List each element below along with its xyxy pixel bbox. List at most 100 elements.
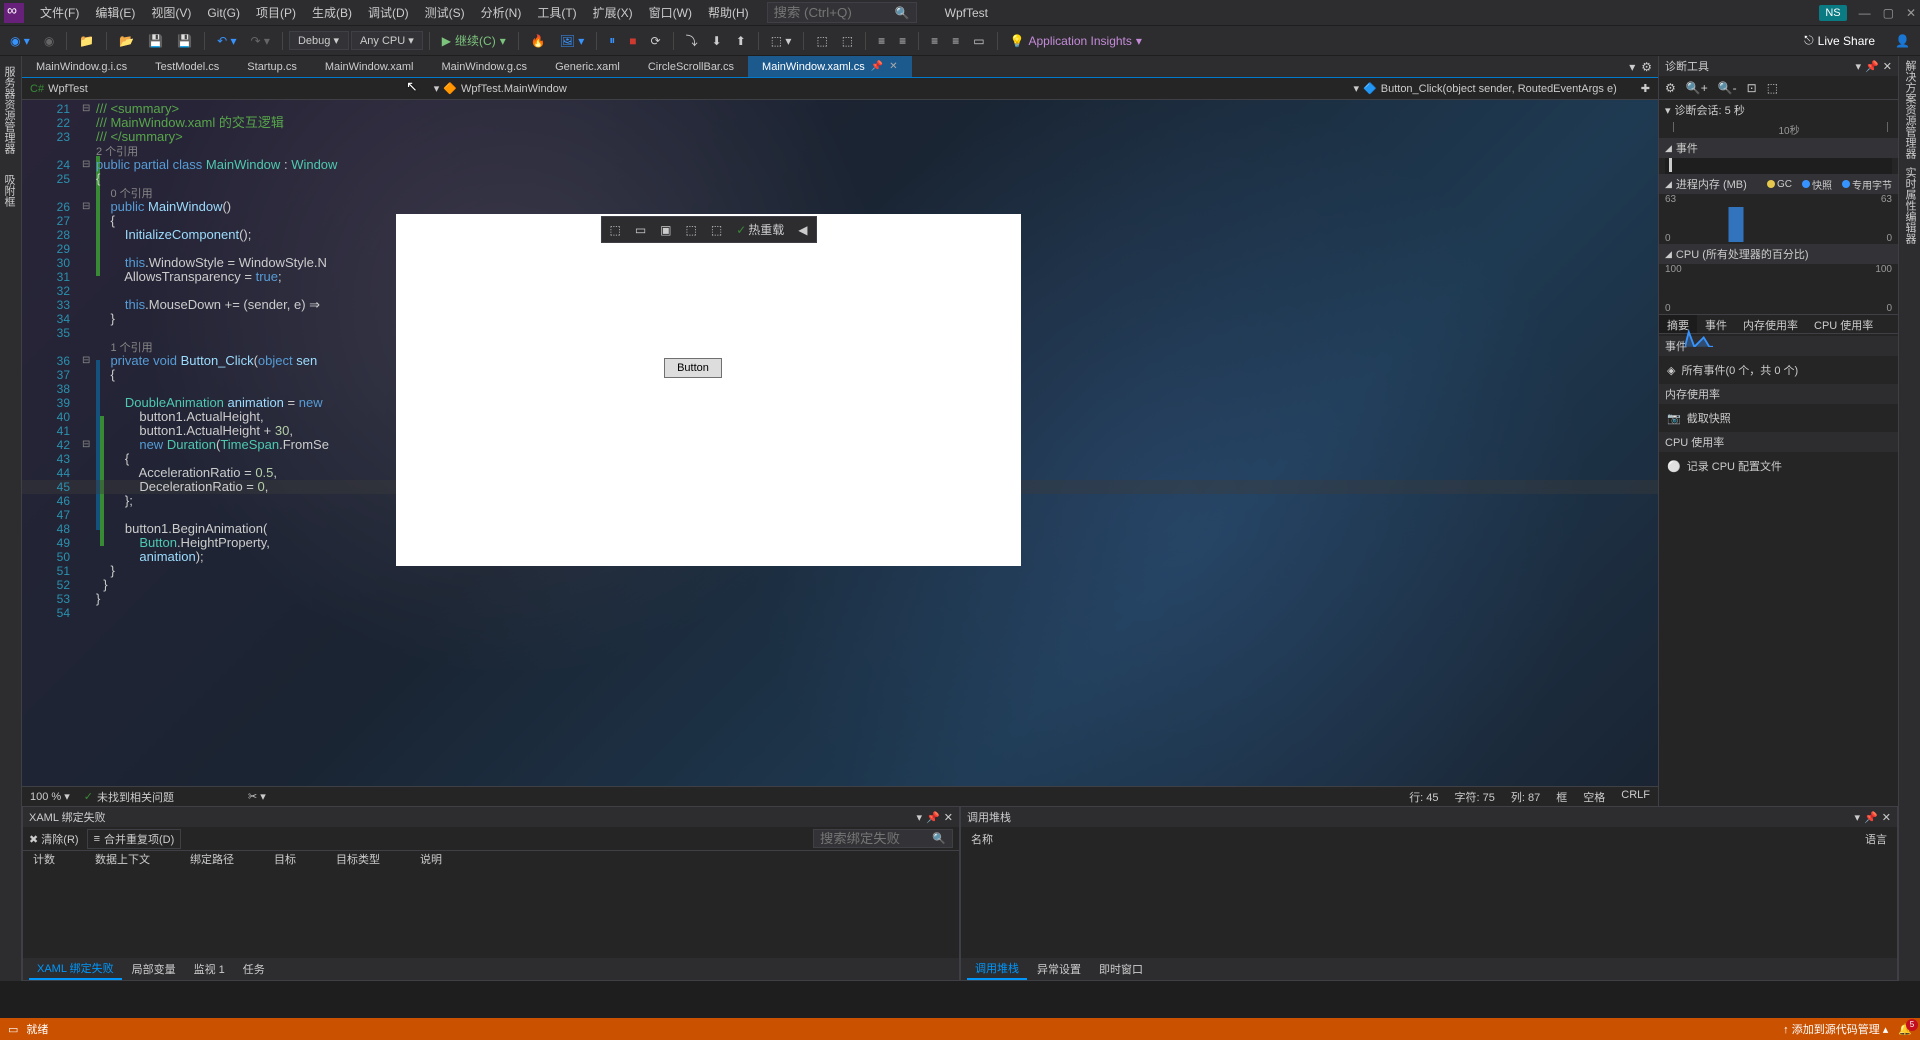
tab-mainwindow-g[interactable]: MainWindow.g.cs xyxy=(427,56,541,77)
nav-class[interactable]: ▾ 🔶 WpfTest.MainWindow xyxy=(426,82,575,95)
search-input[interactable] xyxy=(774,5,895,20)
events-item[interactable]: ◈所有事件(0 个，共 0 个) xyxy=(1667,360,1890,380)
merge-duplicates-button[interactable]: ≡ 合并重复项(D) xyxy=(87,829,182,849)
btab-xaml[interactable]: XAML 绑定失败 xyxy=(29,958,122,980)
menu-edit[interactable]: 编辑(E) xyxy=(87,1,143,24)
tool-icon[interactable]: ⬚ xyxy=(1767,81,1778,95)
btab-tasks[interactable]: 任务 xyxy=(235,959,273,979)
cpu-chart[interactable]: 100 0 100 0 xyxy=(1665,264,1892,314)
panel-search[interactable]: 🔍 xyxy=(813,829,953,848)
tool-icon[interactable]: ✂ ▾ xyxy=(248,790,266,803)
btab-callstack[interactable]: 调用堆栈 xyxy=(967,958,1027,980)
pin-icon[interactable]: 📌 xyxy=(1865,60,1879,73)
code-editor[interactable]: 21⊟/// <summary> 22 /// MainWindow.xaml … xyxy=(22,100,1658,786)
bookmark-icon[interactable]: ▭ xyxy=(967,30,990,52)
tab-dropdown-icon[interactable]: ▾ xyxy=(1629,60,1635,74)
memory-header[interactable]: ◢进程内存 (MB) GC 快照 专用字节 xyxy=(1659,174,1898,194)
solution-explorer-tab[interactable]: 解决方案资源管理器 xyxy=(1901,60,1918,159)
menu-analyze[interactable]: 分析(N) xyxy=(473,1,530,24)
menu-view[interactable]: 视图(V) xyxy=(143,1,199,24)
live-share-button[interactable]: ⎋ Live Share xyxy=(1798,29,1881,52)
clear-button[interactable]: ✖ 清除(R) xyxy=(29,831,79,847)
tool-icon3[interactable]: ⬚ xyxy=(836,30,859,52)
user-badge[interactable]: NS xyxy=(1819,5,1846,21)
menu-file[interactable]: 文件(F) xyxy=(32,1,87,24)
step-out-icon[interactable]: ⬆ xyxy=(730,30,752,52)
menu-build[interactable]: 生成(B) xyxy=(304,1,360,24)
nav-method[interactable]: ▾ 🔷 Button_Click(object sender, RoutedEv… xyxy=(1346,82,1658,95)
pause-icon[interactable]: ⏸ xyxy=(603,29,621,52)
tool-icon5[interactable]: ≡ xyxy=(893,30,912,52)
back-button[interactable]: ◉ ▾ xyxy=(4,30,36,52)
col-target[interactable]: 目标 xyxy=(274,851,296,871)
menu-tools[interactable]: 工具(T) xyxy=(529,1,584,24)
forward-button[interactable]: ◉ xyxy=(38,30,60,52)
live-property-tab[interactable]: 实时属性编辑器 xyxy=(1901,167,1918,244)
memory-chart[interactable]: 63 0 63 0 xyxy=(1665,194,1892,244)
snapshot-button[interactable]: 📷截取快照 xyxy=(1667,408,1890,428)
btab-exceptions[interactable]: 异常设置 xyxy=(1029,959,1089,979)
minimize-icon[interactable]: — xyxy=(1859,6,1871,20)
save-icon[interactable]: 💾 xyxy=(142,30,169,52)
tab-circlescroll[interactable]: CircleScrollBar.cs xyxy=(634,56,748,77)
tab-testmodel[interactable]: TestModel.cs xyxy=(141,56,233,77)
restart-icon[interactable]: ⟳ xyxy=(645,30,667,52)
hot-reload-indicator[interactable]: ✓ 热重载 xyxy=(732,219,788,240)
source-control-button[interactable]: ↑ 添加到源代码管理 ▴ xyxy=(1783,1021,1888,1037)
btab-watch[interactable]: 监视 1 xyxy=(186,959,233,979)
config-dropdown[interactable]: Debug ▾ xyxy=(289,31,349,50)
output-icon[interactable]: ▭ xyxy=(8,1023,18,1036)
global-search[interactable]: 🔍 xyxy=(767,2,917,23)
btab-immediate[interactable]: 即时窗口 xyxy=(1091,959,1151,979)
tool-icon2[interactable]: ⬚ xyxy=(810,30,833,52)
pin-icon[interactable]: 📌 xyxy=(1864,811,1878,824)
crlf-indicator[interactable]: CRLF xyxy=(1621,789,1650,805)
nav-project[interactable]: C# WpfTest xyxy=(22,83,96,95)
menu-help[interactable]: 帮助(H) xyxy=(700,1,757,24)
col-context[interactable]: 数据上下文 xyxy=(95,851,150,871)
close-icon[interactable]: ✕ xyxy=(1882,811,1891,824)
menu-test[interactable]: 测试(S) xyxy=(417,1,473,24)
close-icon[interactable]: ✕ xyxy=(944,811,953,824)
tool-icon4[interactable]: ≡ xyxy=(872,30,891,52)
menu-extensions[interactable]: 扩展(X) xyxy=(585,1,641,24)
uncomment-icon[interactable]: ≡ xyxy=(946,30,965,52)
menu-git[interactable]: Git(G) xyxy=(199,3,248,23)
zoom-out-icon[interactable]: 🔍- xyxy=(1718,81,1737,95)
new-project-icon[interactable]: 📁 xyxy=(73,30,100,52)
col-count[interactable]: 计数 xyxy=(33,851,55,871)
maximize-icon[interactable]: ▢ xyxy=(1883,6,1894,20)
platform-dropdown[interactable]: Any CPU ▾ xyxy=(351,31,423,50)
running-app-window[interactable]: ⬚ ▭ ▣ ⬚ ⬚ ✓ 热重载 ◀ Button xyxy=(396,214,1021,566)
stop-icon[interactable]: ■ xyxy=(623,30,642,52)
undo-icon[interactable]: ↶ ▾ xyxy=(211,30,242,52)
open-icon[interactable]: 📂 xyxy=(113,30,140,52)
tab-mainwindow-cs[interactable]: MainWindow.xaml.cs 📌 ✕ xyxy=(748,56,912,77)
cpu-header[interactable]: ◢CPU (所有处理器的百分比) xyxy=(1659,244,1898,264)
close-icon[interactable]: ✕ xyxy=(1906,6,1916,20)
tab-mainwindow-xaml[interactable]: MainWindow.xaml xyxy=(311,56,428,77)
step-over-icon[interactable]: ⤵ xyxy=(680,28,704,53)
tab-generic[interactable]: Generic.xaml xyxy=(541,56,634,77)
continue-button[interactable]: ▶ 继续(C) ▾ xyxy=(436,28,512,53)
tab-settings-icon[interactable]: ⚙ xyxy=(1641,60,1652,74)
collapse-icon[interactable]: ◀ xyxy=(794,221,811,239)
pin-icon[interactable]: 📌 xyxy=(926,811,940,824)
select-element-icon[interactable]: ▭ xyxy=(631,221,650,239)
split-icon[interactable]: ✚ xyxy=(1641,82,1650,95)
tab-startup[interactable]: Startup.cs xyxy=(233,56,311,77)
tab-mainwindow-gi[interactable]: MainWindow.g.i.cs xyxy=(22,56,141,77)
panel-search-input[interactable] xyxy=(820,831,932,846)
timeline[interactable]: 10秒 xyxy=(1665,122,1892,136)
redo-icon[interactable]: ↷ ▾ xyxy=(245,30,276,52)
tool-icon[interactable]: ⬚ xyxy=(707,221,726,239)
track-focus-icon[interactable]: ⬚ xyxy=(682,221,701,239)
close-icon[interactable]: ✕ xyxy=(1883,60,1892,73)
tab-close-icon[interactable]: ✕ xyxy=(889,61,897,72)
comment-icon[interactable]: ≡ xyxy=(925,30,944,52)
dropdown-icon[interactable]: ▾ xyxy=(1856,60,1862,73)
server-explorer-tab[interactable]: 服务器资源管理器 xyxy=(2,60,19,160)
live-visual-tree-icon[interactable]: ⬚ xyxy=(605,221,624,239)
col-path[interactable]: 绑定路径 xyxy=(190,851,234,871)
app-insights[interactable]: 💡 Application Insights ▾ xyxy=(1004,30,1148,52)
